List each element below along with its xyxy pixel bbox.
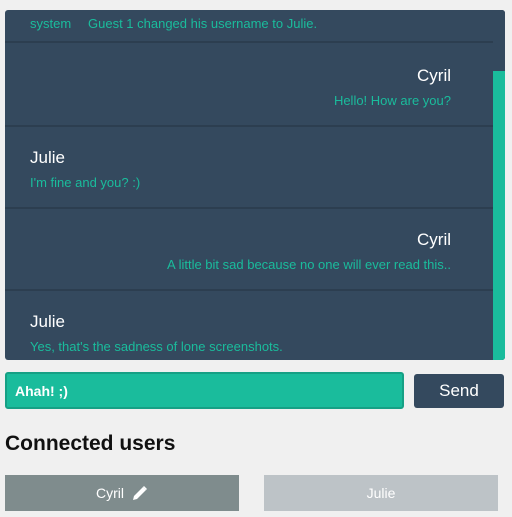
chat-panel: system Guest 1 changed his username to J… [5, 10, 505, 360]
system-message: system Guest 1 changed his username to J… [5, 10, 493, 43]
chat-message: Julie Yes, that's the sadness of lone sc… [5, 291, 493, 360]
message-author: Julie [30, 312, 65, 331]
message-author: Cyril [417, 230, 451, 249]
message-text: A little bit sad because no one will eve… [167, 257, 451, 272]
chat-message: Cyril A little bit sad because no one wi… [5, 209, 493, 291]
message-author: Cyril [417, 66, 451, 85]
send-button[interactable]: Send [414, 374, 504, 408]
user-name: Cyril [96, 485, 124, 501]
message-text: I'm fine and you? :) [30, 175, 141, 190]
connected-users-title: Connected users [5, 432, 176, 455]
system-text: Guest 1 changed his username to Julie. [88, 16, 318, 31]
pencil-icon[interactable] [132, 485, 148, 501]
user-chip-cyril[interactable]: Cyril [5, 475, 239, 511]
user-name: Julie [366, 485, 396, 501]
message-list[interactable]: system Guest 1 changed his username to J… [5, 10, 493, 360]
message-input[interactable] [5, 372, 404, 409]
system-author: system [30, 16, 72, 31]
chat-message: Julie I'm fine and you? :) [5, 127, 493, 209]
message-author: Julie [30, 148, 65, 167]
user-chip-julie[interactable]: Julie [264, 475, 498, 511]
scrollbar-thumb[interactable] [493, 71, 505, 360]
message-text: Yes, that's the sadness of lone screensh… [30, 339, 283, 354]
message-text: Hello! How are you? [333, 93, 451, 108]
chat-message: Cyril Hello! How are you? [5, 45, 493, 127]
